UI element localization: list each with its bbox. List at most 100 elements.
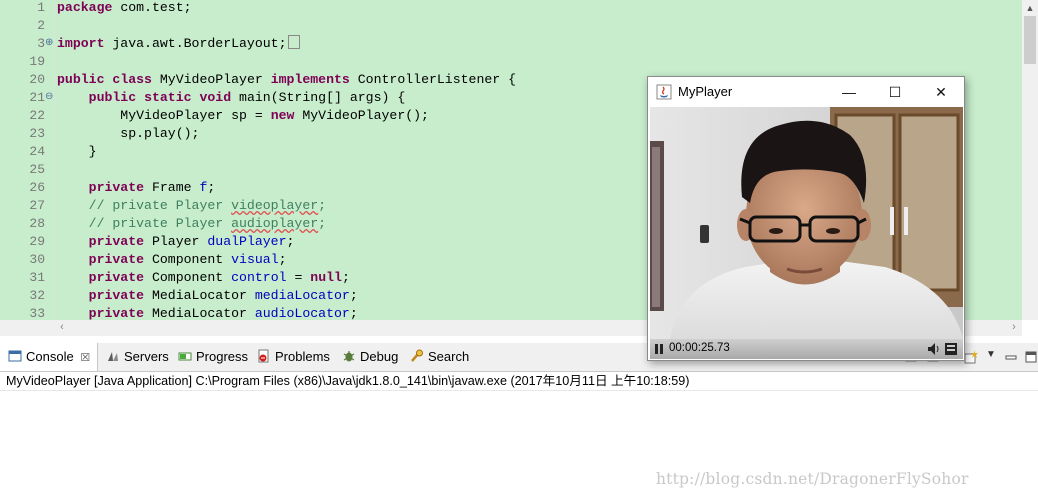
close-button[interactable]: ✕ <box>918 77 964 107</box>
code-line[interactable]: package com.test; <box>57 0 192 17</box>
gutter-bottom <box>0 320 52 336</box>
line-number: 22 <box>29 108 45 123</box>
line-number: 28 <box>29 216 45 231</box>
line-number: 2 <box>37 18 45 33</box>
webcam-frame-image <box>650 107 963 339</box>
code-line[interactable]: sp.play(); <box>57 125 199 143</box>
code-token: ControllerListener { <box>349 72 517 87</box>
servers-icon <box>108 352 118 361</box>
tab-console[interactable]: Console ☒ <box>0 343 98 371</box>
maximize-button[interactable]: ☐ <box>872 77 918 107</box>
code-token: new <box>270 108 295 123</box>
code-token: MediaLocator <box>144 288 255 303</box>
code-line[interactable]: private Component control = null; <box>57 269 350 287</box>
window-title: MyPlayer <box>678 84 733 99</box>
code-token: ; <box>318 216 327 231</box>
code-line[interactable]: public class MyVideoPlayer implements Co… <box>57 71 516 89</box>
tab-progress[interactable]: Progress <box>178 343 248 371</box>
media-properties-icon[interactable] <box>944 342 958 356</box>
collapsed-block-icon[interactable] <box>287 35 300 49</box>
code-token: audioLocator <box>254 306 350 320</box>
player-control-bar[interactable]: 00:00:25.73 <box>650 339 963 359</box>
maximize-icon: ☐ <box>888 84 902 100</box>
code-line[interactable]: public static void main(String[] args) { <box>57 89 406 107</box>
tab-servers[interactable]: Servers <box>106 343 169 371</box>
line-number: 23 <box>29 126 45 141</box>
code-line[interactable]: private Component visual; <box>57 251 287 269</box>
scroll-left-icon[interactable]: ‹ <box>54 320 70 336</box>
tab-debug[interactable]: Debug <box>342 343 398 371</box>
code-token: implements <box>270 72 350 87</box>
minimize-icon: — <box>842 84 856 100</box>
myplayer-window[interactable]: MyPlayer — ☐ ✕ 00:00:25.73 <box>647 76 965 361</box>
code-token: ; <box>341 270 350 285</box>
new-console-icon[interactable] <box>964 350 978 364</box>
scroll-up-icon[interactable]: ▲ <box>1022 0 1038 16</box>
line-number: 27 <box>29 198 45 213</box>
line-number: 1 <box>37 0 45 15</box>
line-number: 32 <box>29 288 45 303</box>
maximize-view-icon[interactable] <box>1024 350 1038 364</box>
minimize-button[interactable]: — <box>826 77 872 107</box>
line-number: 31 <box>29 270 45 285</box>
tab-label: Progress <box>196 349 249 364</box>
code-token: } <box>57 144 97 159</box>
code-token: private <box>88 252 145 267</box>
editor-vertical-scrollbar[interactable]: ▲ <box>1022 0 1038 320</box>
code-token: Player <box>144 234 208 249</box>
code-token: private <box>88 180 145 195</box>
tab-search[interactable]: Search <box>410 343 469 371</box>
fold-toggle-icon[interactable]: ⊖ <box>45 89 53 107</box>
code-token: ; <box>349 288 358 303</box>
code-token: Frame <box>144 180 200 195</box>
code-line[interactable]: import java.awt.BorderLayout; <box>57 35 300 53</box>
java-icon <box>656 84 672 100</box>
code-token: private <box>88 306 145 320</box>
line-number: 26 <box>29 180 45 195</box>
code-token: package <box>57 0 113 15</box>
video-display <box>650 107 963 339</box>
line-number-gutter: 1 2 3 ⊕ 19 20 21 ⊖ 22 23 24 25 26 27 28 29 30 31 32 33 <box>0 0 53 320</box>
code-line[interactable]: private Frame f; <box>57 179 216 197</box>
dropdown-icon[interactable]: ▼ <box>986 349 996 360</box>
window-title-bar[interactable]: MyPlayer — ☐ ✕ <box>648 77 964 107</box>
code-token: MyVideoPlayer <box>151 72 271 87</box>
code-token: MyVideoPlayer sp = <box>57 108 271 123</box>
code-token: Component <box>144 270 232 285</box>
code-token: videoplayer <box>231 198 319 213</box>
volume-icon[interactable] <box>926 342 942 356</box>
code-line[interactable]: private MediaLocator mediaLocator; <box>57 287 358 305</box>
pause-icon[interactable] <box>653 343 665 355</box>
code-token: public <box>88 90 137 105</box>
code-line[interactable]: private Player dualPlayer; <box>57 233 295 251</box>
console-process-description: MyVideoPlayer [Java Application] C:\Prog… <box>6 374 690 388</box>
code-line[interactable]: private MediaLocator audioLocator; <box>57 305 358 320</box>
code-token: main(String[] args) { <box>231 90 406 105</box>
code-token: dualPlayer <box>207 234 287 249</box>
scroll-right-icon[interactable]: › <box>1006 320 1022 336</box>
scrollbar-thumb[interactable] <box>1024 16 1036 64</box>
code-line[interactable]: // private Player videoplayer; <box>57 197 326 215</box>
code-line[interactable]: } <box>57 143 97 161</box>
close-icon[interactable]: ☒ <box>80 352 90 364</box>
code-token: ; <box>349 306 358 320</box>
tab-label: Problems <box>275 349 330 364</box>
fold-toggle-icon[interactable]: ⊕ <box>45 35 53 53</box>
code-token: ; <box>278 252 287 267</box>
tab-problems[interactable]: Problems <box>257 343 330 371</box>
code-token: private <box>88 234 145 249</box>
code-token: // private Player <box>57 198 232 213</box>
search-icon <box>411 349 423 362</box>
line-number: 33 <box>29 306 45 320</box>
code-line[interactable]: MyVideoPlayer sp = new MyVideoPlayer(); <box>57 107 429 125</box>
code-token: MyVideoPlayer(); <box>294 108 429 123</box>
minimize-view-icon[interactable] <box>1004 350 1018 364</box>
line-number: 21 <box>29 90 45 105</box>
code-line[interactable]: // private Player audioplayer; <box>57 215 326 233</box>
